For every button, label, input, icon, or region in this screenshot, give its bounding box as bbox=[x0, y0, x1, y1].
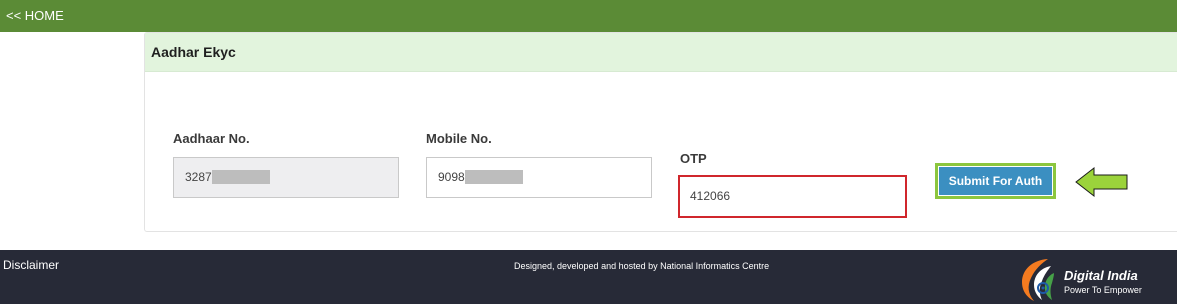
otp-label: OTP bbox=[680, 151, 707, 166]
aadhar-ekyc-panel: Aadhar Ekyc Aadhaar No. 3287 Mobile No. … bbox=[144, 32, 1177, 232]
left-arrow-icon bbox=[1075, 166, 1128, 198]
footer: Disclaimer Designed, developed and hoste… bbox=[0, 250, 1177, 304]
home-link[interactable]: << HOME bbox=[6, 8, 64, 23]
aadhaar-value: 3287 bbox=[185, 170, 212, 184]
digital-india-logo: Digital India Power To Empower bbox=[1018, 254, 1158, 302]
submit-highlight: Submit For Auth bbox=[935, 163, 1056, 199]
masked-digits bbox=[464, 169, 523, 184]
footer-credit: Designed, developed and hosted by Nation… bbox=[514, 261, 770, 271]
panel-title: Aadhar Ekyc bbox=[151, 44, 236, 60]
otp-value: 412066 bbox=[690, 189, 731, 203]
panel-header: Aadhar Ekyc bbox=[145, 33, 1177, 72]
aadhaar-label: Aadhaar No. bbox=[173, 131, 250, 146]
digital-india-logo-icon bbox=[1022, 259, 1054, 301]
otp-field[interactable]: 412066 bbox=[678, 175, 907, 218]
aadhaar-field[interactable]: 3287 bbox=[173, 157, 399, 198]
mobile-value: 9098 bbox=[438, 170, 465, 184]
logo-tagline: Power To Empower bbox=[1064, 285, 1142, 295]
logo-title: Digital India bbox=[1064, 268, 1138, 283]
masked-digits bbox=[211, 169, 270, 184]
top-nav-bar: << HOME bbox=[0, 0, 1177, 32]
disclaimer-link[interactable]: Disclaimer bbox=[3, 258, 59, 272]
submit-for-auth-button[interactable]: Submit For Auth bbox=[939, 167, 1052, 195]
mobile-field[interactable]: 9098 bbox=[426, 157, 652, 198]
mobile-label: Mobile No. bbox=[426, 131, 492, 146]
